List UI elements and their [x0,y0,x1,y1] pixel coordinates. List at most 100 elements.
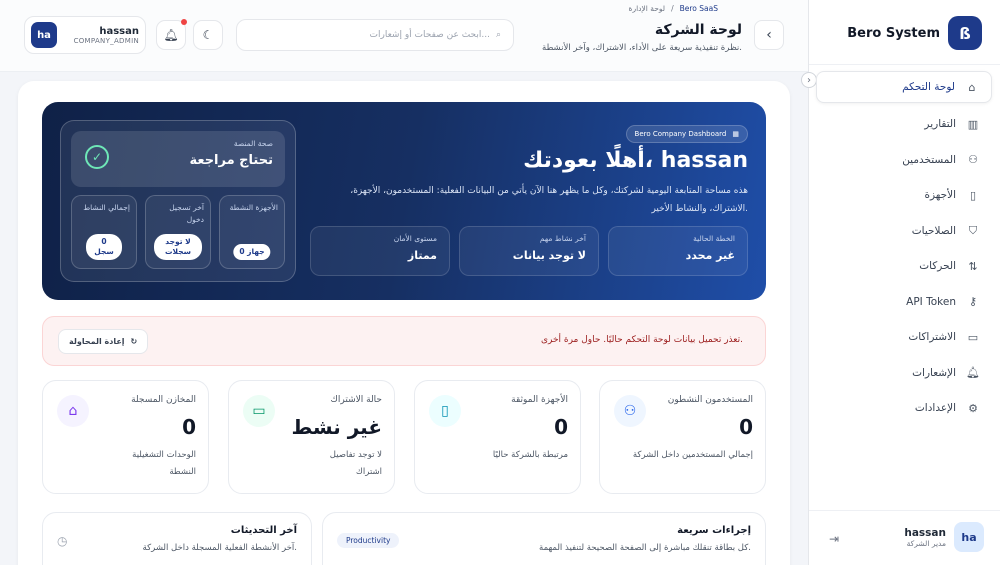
sidebar-item-api-token[interactable]: ⚷ API Token [816,284,992,320]
active-devices-stat: الأجهزة النشطة 0 جهاز [219,195,285,269]
sidebar-item-label: التقارير [924,118,956,131]
avatar: ha [954,522,984,552]
breadcrumb-root[interactable]: Bero SaaS [680,4,718,13]
sidebar-item-notifications[interactable]: 🔔︎ الإشعارات [816,355,992,391]
sidebar-item-devices[interactable]: ▯ الأجهزة [816,178,992,214]
top-header: Bero SaaS / لوحة الإدارة ‹ لوحة الشركة ن… [0,0,808,72]
panel-title: آخر التحديثات [230,525,297,536]
mini-label: مستوى الأمان [393,234,437,243]
retry-button[interactable]: ↻ إعادة المحاولة [58,329,149,354]
bero-logo-icon: ß [948,16,982,50]
search-placeholder: ابحث عن صفحات أو إشعارات... [369,30,490,40]
sidebar-item-label: الإعدادات [914,402,956,415]
sidebar-item-dashboard[interactable]: ⌂ لوحة التحكم [816,71,992,103]
bell-icon: 🔔︎ [966,366,980,380]
store-icon: ⌂ [57,395,89,427]
panel-title: إجراءات سريعة [677,525,751,536]
main-content: ▦ Bero Company Dashboard أهلًا بعودتك، h… [18,81,790,565]
users-icon: ⚇ [614,395,646,427]
building-icon: ▦ [732,130,739,138]
sidebar-item-label: المستخدمين [902,153,956,166]
search-icon: ⌕ [495,30,501,40]
stat-label: الأجهزة النشطة [229,203,278,212]
dashboard-badge: ▦ Bero Company Dashboard [625,125,748,143]
avatar: ha [31,22,57,48]
sidebar-item-label: الأجهزة [924,189,956,202]
sidebar-footer-divider [809,510,1000,511]
sidebar-user[interactable]: ha hassan مدير الشركة [904,522,984,552]
gear-icon: ⚙ [968,401,978,415]
bell-icon: 🔔︎ [163,28,179,42]
sidebar-item-reports[interactable]: ▥ التقارير [816,107,992,143]
sidebar-item-permissions[interactable]: ⛉ الصلاحيات [816,213,992,249]
kpi-active-users: ⚇ المستخدمون النشطون 0 إجمالي المستخدمين… [599,380,766,494]
notifications-button[interactable]: 🔔︎ [156,19,187,50]
sidebar-item-label: لوحة التحكم [902,81,955,93]
sidebar-item-subscriptions[interactable]: ▭ الاشتراكات [816,320,992,356]
mini-value: ممتاز [407,249,437,262]
sidebar-item-label: الاشتراكات [908,331,956,344]
sidebar-item-label: الصلاحيات [911,224,956,237]
welcome-description: هذه مساحة المتابعة اليومية لشركتك، وكل م… [350,186,748,214]
credit-card-icon: ▭ [967,330,979,344]
health-label: صحة المنصة [233,139,273,148]
sidebar-user-name: hassan [904,526,946,539]
platform-summary-panel: ✓ صحة المنصة تحتاج مراجعة الأجهزة النشطة… [60,120,296,282]
kpi-subtext: لا توجد تفاصيل اشتراك [329,450,382,477]
logout-icon[interactable]: ⇥ [829,532,839,546]
kpi-subtext: مرتبطة بالشركة حاليًا [492,450,568,460]
kpi-verified-devices: ▯ الأجهزة الموثقة 0 مرتبطة بالشركة حاليً… [414,380,581,494]
sidebar-nav: ⌂ لوحة التحكم ▥ التقارير ⚇ المستخدمين ▯ … [816,71,992,426]
total-activity-stat: إجمالي النشاط 0 سجل [71,195,137,269]
last-login-stat: آخر تسجيل دخول لا توجد سجلات [145,195,211,269]
brand[interactable]: ß Bero System [847,16,982,50]
moon-icon: ☾ [202,28,214,42]
back-button[interactable]: ‹ [754,20,784,50]
platform-health: ✓ صحة المنصة تحتاج مراجعة [71,131,285,187]
welcome-hero: ▦ Bero Company Dashboard أهلًا بعودتك، h… [42,102,766,300]
error-message: تعذر تحميل بيانات لوحة التحكم حاليًا. حا… [540,335,743,345]
page-subtitle: نظرة تنفيذية سريعة على الأداء، الاشتراك،… [542,43,742,53]
refresh-icon: ↻ [130,337,138,346]
bar-chart-icon: ▥ [967,117,979,131]
quick-actions-panel: إجراءات سريعة كل بطاقة تنقلك مباشرة إلى … [322,512,766,565]
stat-label: إجمالي النشاط [83,203,130,212]
search-input[interactable]: ⌕ ابحث عن صفحات أو إشعارات... [236,19,514,51]
check-badge-icon: ✓ [85,145,109,169]
welcome-title: أهلًا بعودتك، hassan [523,148,748,173]
credit-card-icon: ▭ [243,395,275,427]
panel-subtitle: آخر الأنشطة الفعلية المسجلة داخل الشركة. [142,543,297,553]
collapse-sidebar-icon[interactable]: › [801,72,817,88]
sidebar-item-settings[interactable]: ⚙ الإعدادات [816,391,992,427]
current-plan-card: الخطة الحالية غير محدد [608,226,748,276]
breadcrumb-separator: / [671,4,674,13]
sidebar-item-users[interactable]: ⚇ المستخدمين [816,142,992,178]
home-icon: ⌂ [968,80,976,94]
retry-label: إعادة المحاولة [69,337,125,346]
stat-value: لا توجد سجلات [154,234,202,260]
sidebar-divider [809,64,1000,65]
user-name: hassan [99,25,139,37]
sidebar-item-movements[interactable]: ⇅ الحركات [816,249,992,285]
health-value: تحتاج مراجعة [189,153,273,168]
tablet-icon: ▯ [429,395,461,427]
error-alert: تعذر تحميل بيانات لوحة التحكم حاليًا. حا… [42,316,766,366]
kpi-subtext: الوحدات التشغيلية النشطة [132,450,196,477]
sidebar-user-role: مدير الشركة [906,538,946,548]
theme-toggle-button[interactable]: ☾ [193,20,223,50]
notification-dot [181,19,187,25]
kpi-registered-stores: ⌂ المخازن المسجلة 0 الوحدات التشغيلية ال… [42,380,209,494]
kpi-subscription-status: ▭ حالة الاشتراك غير نشط لا توجد تفاصيل ا… [228,380,395,494]
shield-icon: ⛉ [968,223,978,237]
user-role: COMPANY_ADMIN [73,36,139,45]
breadcrumb: Bero SaaS / لوحة الإدارة [629,4,718,13]
key-icon: ⚷ [968,295,978,309]
panel-subtitle: كل بطاقة تنقلك مباشرة إلى الصفحة الصحيحة… [539,543,751,553]
last-activity-card: آخر نشاط مهم لا توجد بيانات [459,226,599,276]
users-icon: ⚇ [968,153,978,167]
stat-value: 0 جهاز [233,244,271,260]
sidebar-item-label: الإشعارات [912,366,956,379]
mini-label: آخر نشاط مهم [539,234,586,243]
user-menu[interactable]: ha hassan COMPANY_ADMIN [24,16,146,54]
latest-updates-panel: آخر التحديثات آخر الأنشطة الفعلية المسجل… [42,512,312,565]
